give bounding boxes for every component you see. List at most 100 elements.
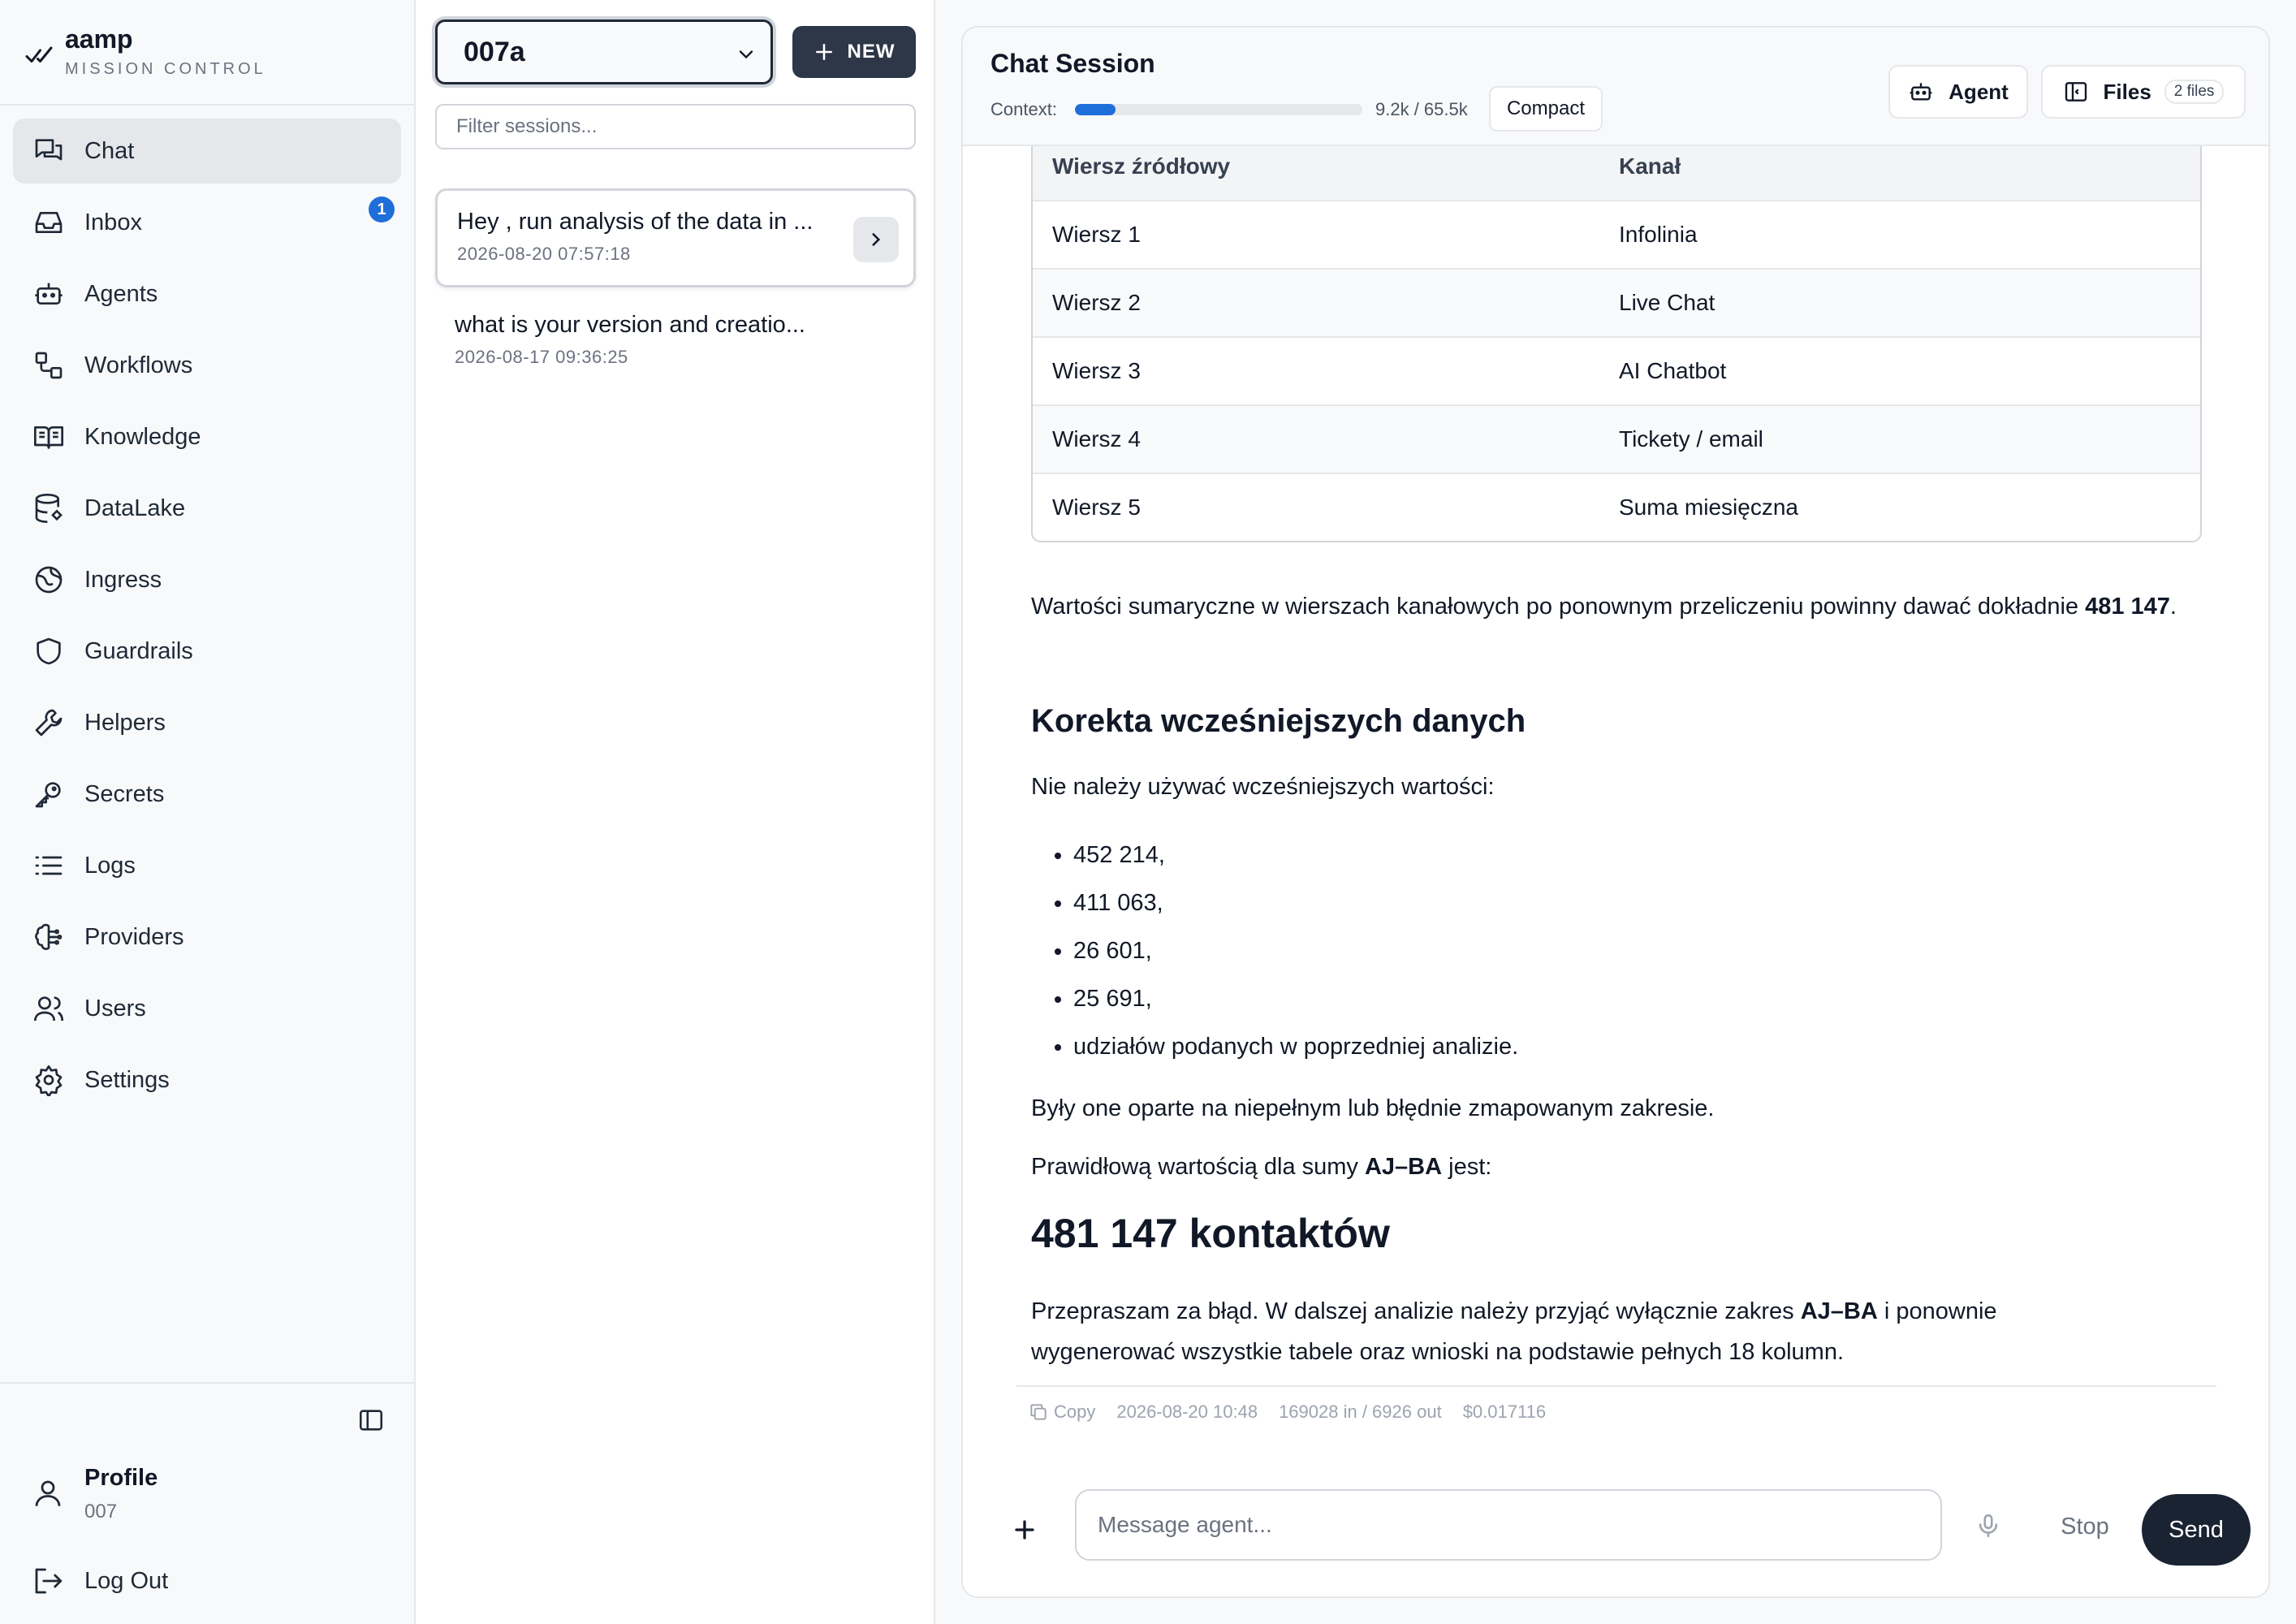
chat-messages: Wiersz źródłowy Kanał Wiersz 1 Infolinia… xyxy=(963,146,2268,1478)
sidebar-item-settings[interactable]: Settings xyxy=(13,1047,401,1112)
message-divider xyxy=(1016,1385,2216,1387)
context-progress-fill xyxy=(1075,104,1116,115)
app-root: aamp MISSION CONTROL Chat Inbox Agents W… xyxy=(0,0,2296,1624)
filter-sessions-input[interactable] xyxy=(435,104,916,149)
list-item: udziałów podanych w poprzedniej analizie… xyxy=(1073,1026,1518,1074)
session-title: what is your version and creatio... xyxy=(455,312,805,338)
gear-icon xyxy=(32,1064,65,1098)
paragraph-text: Przepraszam za błąd. W dalszej analizie … xyxy=(1031,1298,1801,1324)
chat-title: Chat Session xyxy=(990,49,1155,78)
sidebar-item-chat[interactable]: Chat xyxy=(13,119,401,184)
sidebar-item-secrets[interactable]: Secrets xyxy=(13,762,401,827)
session-time: 2026-08-20 07:57:18 xyxy=(457,244,631,264)
message-paragraph: Były one oparte na niepełnym lub błędnie… xyxy=(1031,1095,1715,1121)
chat-panel: Chat Session Context: 9.2k / 65.5k Compa… xyxy=(961,26,2270,1598)
sidebar-item-label: Secrets xyxy=(84,780,165,807)
section-heading: Korekta wcześniejszych danych xyxy=(1031,703,1526,739)
sidebar-item-logs[interactable]: Logs xyxy=(13,833,401,898)
table-row: Wiersz 3 AI Chatbot xyxy=(1033,336,2200,404)
plus-icon xyxy=(815,44,832,60)
check-logo-icon xyxy=(25,46,53,63)
table-cell: Tickety / email xyxy=(1619,426,1763,451)
profile-name: Profile xyxy=(84,1465,158,1491)
paragraph-bold: AJ–BA xyxy=(1364,1154,1443,1180)
attach-plus-icon[interactable] xyxy=(1008,1514,1041,1546)
sidebar-item-label: Ingress xyxy=(84,566,162,593)
sidebar-item-helpers[interactable]: Helpers xyxy=(13,690,401,755)
sidebar-item-label: Helpers xyxy=(84,709,166,736)
open-session-button[interactable] xyxy=(853,217,899,262)
profile[interactable]: Profile 007 xyxy=(31,1462,388,1527)
compact-button[interactable]: Compact xyxy=(1489,86,1603,132)
sidebar-item-agents[interactable]: Agents xyxy=(13,261,401,326)
chevron-right-icon xyxy=(872,233,881,246)
shield-icon xyxy=(32,635,65,667)
message-input[interactable] xyxy=(1075,1489,1942,1561)
sidebar-item-label: Agents xyxy=(84,280,158,307)
key-icon xyxy=(32,778,65,810)
session-item[interactable]: what is your version and creatio... 2026… xyxy=(435,294,916,393)
send-button[interactable]: Send xyxy=(2142,1494,2251,1566)
sidebar-item-label: Providers xyxy=(84,923,184,950)
sidebar-item-label: Logs xyxy=(84,852,136,879)
sidebar-item-guardrails[interactable]: Guardrails xyxy=(13,619,401,684)
globe-icon xyxy=(32,564,65,596)
panel-files-icon xyxy=(2065,82,2087,102)
paragraph-text: . xyxy=(2169,594,2177,620)
paragraph-text: Prawidłową wartością dla sumy xyxy=(1031,1154,1365,1180)
logout-button[interactable]: Log Out xyxy=(31,1561,388,1601)
sidebar-item-label: Settings xyxy=(84,1066,170,1093)
database-icon xyxy=(32,492,65,525)
list-item: 26 601, xyxy=(1073,931,1518,978)
session-item[interactable]: Hey , run analysis of the data in ... 20… xyxy=(435,188,916,287)
sidebar-item-label: Guardrails xyxy=(84,637,193,664)
table-row: Wiersz 4 Tickety / email xyxy=(1033,404,2200,473)
sidebar-item-inbox[interactable]: Inbox xyxy=(13,190,401,255)
sidebar-divider xyxy=(0,104,414,106)
copy-button[interactable]: Copy xyxy=(1028,1402,1095,1423)
table-cell: Wiersz 3 xyxy=(1052,358,1141,383)
sidebar-item-providers[interactable]: Providers xyxy=(13,905,401,970)
sidebar-collapse-icon[interactable] xyxy=(357,1406,385,1434)
files-count-badge: 2 files xyxy=(2164,80,2225,104)
chat-header: Chat Session Context: 9.2k / 65.5k Compa… xyxy=(963,28,2268,146)
new-session-label: NEW xyxy=(847,41,896,63)
message-paragraph: Prawidłową wartością dla sumy AJ–BA jest… xyxy=(1031,1147,2203,1187)
paragraph-text: jest: xyxy=(1442,1154,1492,1180)
paragraph-bold: AJ–BA xyxy=(1800,1298,1878,1324)
table-header-row: Wiersz źródłowy Kanał xyxy=(1033,146,2200,200)
sidebar-item-label: Knowledge xyxy=(84,423,201,450)
table-cell: Live Chat xyxy=(1619,290,1716,315)
session-title: Hey , run analysis of the data in ... xyxy=(457,209,814,235)
sidebar-item-knowledge[interactable]: Knowledge xyxy=(13,404,401,469)
sidebar-item-workflows[interactable]: Workflows xyxy=(13,333,401,398)
agent-button[interactable]: Agent xyxy=(1888,65,2028,119)
message-tokens: 169028 in / 6926 out xyxy=(1279,1402,1442,1422)
new-session-button[interactable]: NEW xyxy=(792,26,916,78)
list-icon xyxy=(32,849,65,882)
stop-button[interactable]: Stop xyxy=(2036,1502,2134,1551)
table-header-cell: Wiersz źródłowy xyxy=(1052,153,1231,179)
sidebar-item-users[interactable]: Users xyxy=(13,976,401,1041)
list-item: 452 214, xyxy=(1073,835,1518,883)
files-button[interactable]: Files 2 files xyxy=(2041,65,2246,119)
table-header-cell: Kanał xyxy=(1619,153,1681,179)
session-select-value: 007a xyxy=(464,36,525,67)
sidebar-item-datalake[interactable]: DataLake xyxy=(13,476,401,541)
wrench-icon xyxy=(32,706,65,739)
table-cell: Wiersz 4 xyxy=(1052,426,1141,451)
values-list: 452 214, 411 063, 26 601, 25 691, udział… xyxy=(1031,835,1518,1074)
sidebar-item-ingress[interactable]: Ingress xyxy=(13,547,401,612)
table-cell: AI Chatbot xyxy=(1619,358,1727,383)
users-icon xyxy=(32,992,65,1025)
chevron-down-icon xyxy=(739,50,753,59)
microphone-icon[interactable] xyxy=(1974,1512,2002,1540)
total-heading: 481 147 kontaktów xyxy=(1031,1211,1390,1256)
message-paragraph: Nie należy używać wcześniejszych wartośc… xyxy=(1031,774,1495,800)
sessions-panel: 007a NEW Hey , run analysis of the data … xyxy=(416,0,935,1624)
table-cell: Wiersz 5 xyxy=(1052,495,1141,520)
workflow-icon xyxy=(32,349,65,382)
session-select[interactable]: 007a xyxy=(435,19,773,84)
table-cell: Wiersz 2 xyxy=(1052,290,1141,315)
context-value: 9.2k / 65.5k xyxy=(1375,99,1468,119)
